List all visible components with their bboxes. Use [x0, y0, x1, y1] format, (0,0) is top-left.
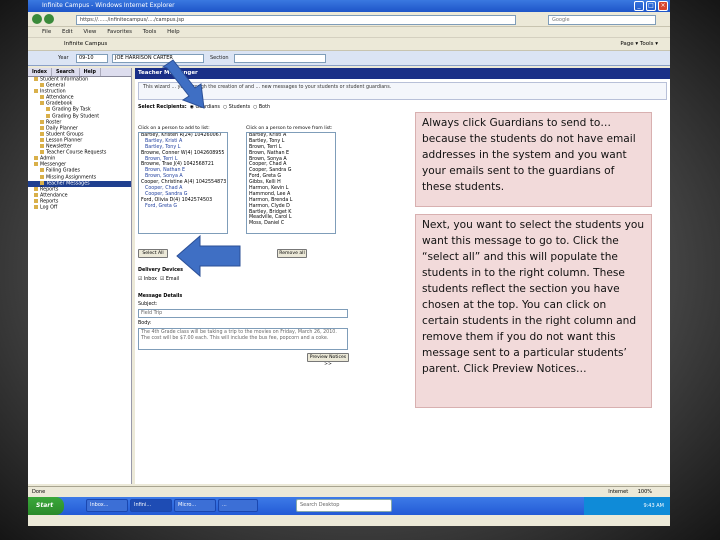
- annotation-arrows: [161, 59, 241, 278]
- arrow-to-guardians: [161, 59, 205, 109]
- arrow-to-select-all: [176, 234, 241, 278]
